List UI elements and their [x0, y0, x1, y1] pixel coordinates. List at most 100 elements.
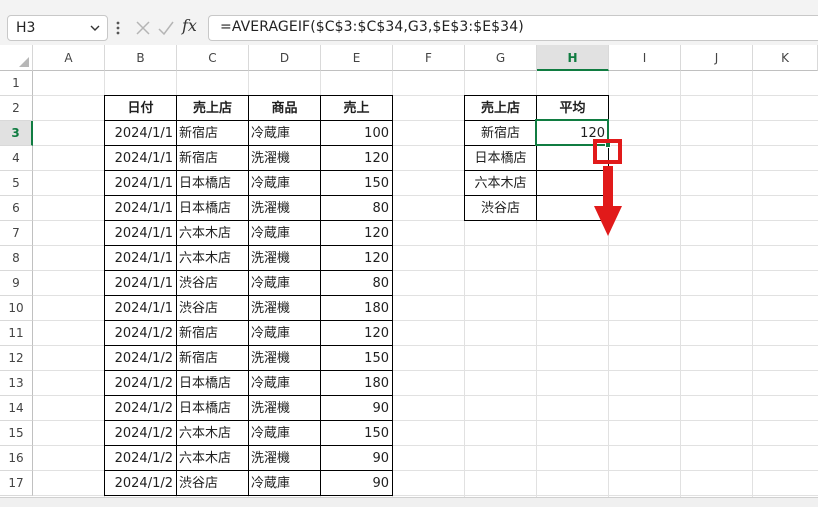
summary-table-header[interactable]: 平均	[537, 96, 608, 121]
sales-table-cell[interactable]: 渋谷店	[177, 271, 248, 296]
row-header-13[interactable]: 13	[0, 371, 33, 396]
sales-table-header[interactable]: 売上店	[177, 96, 248, 121]
sales-table-cell[interactable]: 冷蔵庫	[249, 221, 320, 246]
sales-table-cell[interactable]: 90	[321, 396, 392, 421]
sales-table-cell[interactable]: 冷蔵庫	[249, 321, 320, 346]
sales-table-cell[interactable]: 90	[321, 471, 392, 496]
sales-table-cell[interactable]: 新宿店	[177, 321, 248, 346]
sales-table-cell[interactable]: 2024/1/2	[105, 396, 176, 421]
column-header-a[interactable]: A	[33, 45, 105, 71]
column-header-h[interactable]: H	[537, 45, 609, 71]
formula-input[interactable]: =AVERAGEIF($C$3:$C$34,G3,$E$3:$E$34)	[208, 15, 818, 41]
chevron-down-icon[interactable]	[87, 18, 103, 38]
sales-table-cell[interactable]: 2024/1/1	[105, 221, 176, 246]
column-header-j[interactable]: J	[681, 45, 753, 71]
sales-table-cell[interactable]: 2024/1/1	[105, 196, 176, 221]
sales-table-cell[interactable]: 2024/1/2	[105, 346, 176, 371]
column-header-i[interactable]: I	[609, 45, 681, 71]
column-header-d[interactable]: D	[249, 45, 321, 71]
sales-table-cell[interactable]: 日本橋店	[177, 196, 248, 221]
sales-table-cell[interactable]: 120	[321, 146, 392, 171]
sales-table-cell[interactable]: 90	[321, 446, 392, 471]
column-header-c[interactable]: C	[177, 45, 249, 71]
sales-table-cell[interactable]: 2024/1/1	[105, 171, 176, 196]
row-header-14[interactable]: 14	[0, 396, 33, 421]
sales-table-cell[interactable]: 80	[321, 271, 392, 296]
row-header-3[interactable]: 3	[0, 121, 33, 146]
summary-store-cell[interactable]: 日本橋店	[465, 146, 536, 171]
sales-table-header[interactable]: 日付	[105, 96, 176, 121]
sales-table-cell[interactable]: 2024/1/1	[105, 246, 176, 271]
row-header-12[interactable]: 12	[0, 346, 33, 371]
sales-table-cell[interactable]: 120	[321, 221, 392, 246]
sales-table-cell[interactable]: 六本木店	[177, 446, 248, 471]
row-header-11[interactable]: 11	[0, 321, 33, 346]
column-header-g[interactable]: G	[465, 45, 537, 71]
sales-table-cell[interactable]: 日本橋店	[177, 396, 248, 421]
sales-table-cell[interactable]: 2024/1/2	[105, 321, 176, 346]
row-header-16[interactable]: 16	[0, 446, 33, 471]
sales-table-cell[interactable]: 150	[321, 346, 392, 371]
sales-table-cell[interactable]: 2024/1/1	[105, 296, 176, 321]
sales-table-cell[interactable]: 冷蔵庫	[249, 271, 320, 296]
sales-table-cell[interactable]: 洗濯機	[249, 296, 320, 321]
sales-table-cell[interactable]: 2024/1/2	[105, 446, 176, 471]
sales-table-cell[interactable]: 150	[321, 421, 392, 446]
sales-table-cell[interactable]: 六本木店	[177, 221, 248, 246]
row-header-2[interactable]: 2	[0, 96, 33, 121]
row-header-17[interactable]: 17	[0, 471, 33, 496]
sales-table-cell[interactable]: 六本木店	[177, 246, 248, 271]
more-options-icon[interactable]	[113, 16, 123, 40]
column-header-k[interactable]: K	[753, 45, 818, 71]
name-box[interactable]: H3	[7, 15, 108, 41]
sales-table-cell[interactable]: 冷蔵庫	[249, 471, 320, 496]
sales-table-cell[interactable]: 渋谷店	[177, 296, 248, 321]
sales-table-cell[interactable]: 180	[321, 371, 392, 396]
summary-store-cell[interactable]: 新宿店	[465, 121, 536, 146]
sales-table-cell[interactable]: 180	[321, 296, 392, 321]
sales-table-cell[interactable]: 新宿店	[177, 121, 248, 146]
summary-store-cell[interactable]: 六本木店	[465, 171, 536, 196]
row-header-1[interactable]: 1	[0, 71, 33, 96]
row-header-4[interactable]: 4	[0, 146, 33, 171]
sales-table-cell[interactable]: 日本橋店	[177, 371, 248, 396]
sales-table-cell[interactable]: 2024/1/1	[105, 121, 176, 146]
sales-table-cell[interactable]: 新宿店	[177, 146, 248, 171]
sales-table-cell[interactable]: 洗濯機	[249, 446, 320, 471]
sales-table-cell[interactable]: 渋谷店	[177, 471, 248, 496]
sales-table-cell[interactable]: 冷蔵庫	[249, 121, 320, 146]
sales-table-cell[interactable]: 2024/1/1	[105, 271, 176, 296]
sales-table-cell[interactable]: 新宿店	[177, 346, 248, 371]
cancel-icon[interactable]	[134, 19, 152, 37]
row-header-7[interactable]: 7	[0, 221, 33, 246]
sales-table-cell[interactable]: 2024/1/2	[105, 421, 176, 446]
row-header-8[interactable]: 8	[0, 246, 33, 271]
summary-table-header[interactable]: 売上店	[465, 96, 536, 121]
row-header-9[interactable]: 9	[0, 271, 33, 296]
sales-table-cell[interactable]: 100	[321, 121, 392, 146]
sales-table-header[interactable]: 商品	[249, 96, 320, 121]
sales-table-cell[interactable]: 120	[321, 321, 392, 346]
sales-table-cell[interactable]: 洗濯機	[249, 396, 320, 421]
sales-table-cell[interactable]: 六本木店	[177, 421, 248, 446]
sales-table-cell[interactable]: 冷蔵庫	[249, 171, 320, 196]
row-header-15[interactable]: 15	[0, 421, 33, 446]
sales-table-header[interactable]: 売上	[321, 96, 392, 121]
row-header-5[interactable]: 5	[0, 171, 33, 196]
select-all-corner[interactable]	[0, 45, 33, 71]
row-header-6[interactable]: 6	[0, 196, 33, 221]
spreadsheet-grid[interactable]: ABCDEFGHIJK 1 2 3 4 5 6 7 8 9 10 11 12 13 14 15 16 17 日付…	[0, 45, 818, 507]
sales-table-cell[interactable]: 日本橋店	[177, 171, 248, 196]
sales-table-cell[interactable]: 120	[321, 246, 392, 271]
sales-table-cell[interactable]: 80	[321, 196, 392, 221]
insert-function-icon[interactable]: fx	[182, 16, 197, 35]
column-header-e[interactable]: E	[321, 45, 393, 71]
sales-table-cell[interactable]: 洗濯機	[249, 196, 320, 221]
sales-table-cell[interactable]: 洗濯機	[249, 346, 320, 371]
sales-table-cell[interactable]: 洗濯機	[249, 246, 320, 271]
check-icon[interactable]	[157, 19, 175, 37]
column-header-f[interactable]: F	[393, 45, 465, 71]
sales-table-cell[interactable]: 2024/1/2	[105, 371, 176, 396]
sales-table-cell[interactable]: 冷蔵庫	[249, 371, 320, 396]
column-header-b[interactable]: B	[105, 45, 177, 71]
